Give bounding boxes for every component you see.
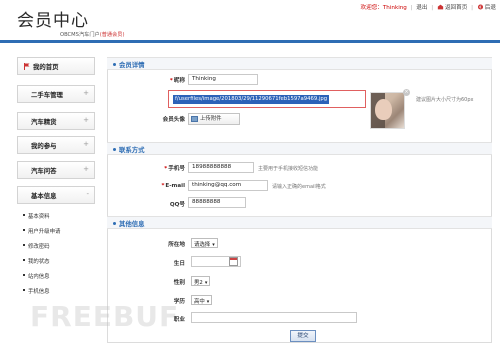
section-member-info: 会员详情 — [107, 57, 492, 70]
sidebar-item-label: 二手车管理 — [31, 91, 63, 99]
sidebar-item-label: 我的参与 — [31, 142, 57, 150]
sidebar-item-label: 基本信息 — [31, 192, 57, 200]
nickname-label: 昵称 — [147, 76, 185, 84]
location-select[interactable]: 请选择 — [191, 238, 218, 248]
divider: | — [431, 5, 434, 11]
back-icon — [477, 4, 483, 10]
calendar-icon[interactable] — [229, 257, 238, 266]
sidebar-item-participation[interactable]: 我的参与 + — [17, 136, 95, 154]
collapse-icon: - — [86, 190, 89, 198]
page-header: 会员中心 OBCMS汽车门户(普通会员) 欢迎您：Thinking | 退出 |… — [0, 0, 500, 40]
expand-icon: + — [83, 116, 89, 124]
submit-button[interactable]: 提交 — [290, 330, 316, 342]
sidebar-item-home[interactable]: 我的首页 — [17, 57, 95, 75]
sidebar-subitem[interactable]: 站内信息 — [20, 269, 96, 283]
section-title: 联系方式 — [119, 146, 145, 154]
avatar-preview — [370, 92, 405, 129]
home-link[interactable]: 返回首页 — [445, 5, 467, 11]
avatar-hint: 建议图片大小尺寸为60px — [416, 97, 474, 103]
sidebar-item-label: 汽车精货 — [31, 118, 57, 126]
sidebar-subitem[interactable]: 我的状态 — [20, 254, 96, 268]
phone-hint: 主要用于手机接收短信功能 — [258, 166, 319, 172]
sidebar-subitem[interactable]: 手机信息 — [20, 284, 96, 298]
section-title: 会员详情 — [119, 61, 145, 69]
logout-link[interactable]: 退出 — [416, 5, 427, 11]
upload-button[interactable]: 上传附件 — [188, 113, 240, 125]
qq-label: QQ号 — [169, 202, 185, 208]
avatar-label: 会员头像 — [162, 117, 185, 123]
job-field[interactable] — [191, 312, 357, 323]
page-title: 会员中心 — [17, 11, 89, 31]
back-link[interactable]: 后退 — [485, 5, 496, 11]
location-label: 所在地 — [168, 242, 185, 248]
upload-icon — [191, 116, 198, 122]
gender-select[interactable]: 男2 — [191, 276, 211, 286]
qq-field[interactable]: 88888888 — [188, 197, 246, 208]
phone-label: 手机号 — [147, 164, 185, 172]
sidebar-item-label: 汽车问答 — [31, 167, 57, 175]
section-contact: 联系方式 — [107, 142, 492, 155]
avatar-path-text: f/userfiles/image/201803/29/11290671feb1… — [173, 95, 330, 104]
section-bullet — [113, 63, 116, 66]
close-icon[interactable]: × — [403, 89, 410, 96]
home-icon — [437, 4, 444, 10]
sidebar-item-car-qa[interactable]: 汽车问答 + — [17, 161, 95, 179]
divider: | — [471, 5, 474, 11]
section-bullet — [113, 148, 116, 151]
email-label: E-mail — [147, 183, 185, 189]
section-other-info: 其他信息 — [107, 216, 492, 229]
welcome-text: 欢迎您：Thinking — [360, 5, 407, 11]
education-select[interactable]: 高中 — [191, 295, 213, 305]
divider: | — [410, 5, 413, 11]
nickname-field[interactable]: Thinking — [188, 74, 258, 85]
phone-field[interactable]: 18988888888 — [188, 162, 254, 173]
header-divider — [0, 40, 500, 43]
sidebar-item-label: 我的首页 — [33, 63, 59, 71]
sidebar-item-basic-info[interactable]: 基本信息 - — [17, 186, 95, 204]
flag-icon — [24, 63, 30, 70]
expand-icon: + — [83, 89, 89, 97]
sidebar-item-car-goods[interactable]: 汽车精货 + — [17, 112, 95, 130]
email-hint: 请输入正确的email格式 — [272, 184, 326, 190]
email-field[interactable]: thinking@qq.com — [188, 180, 268, 191]
section-title: 其他信息 — [119, 220, 145, 228]
watermark: FREEBUF — [30, 300, 180, 333]
sidebar-subitem[interactable]: 基本资料 — [20, 209, 96, 223]
section-bullet — [113, 222, 116, 225]
member-level[interactable]: (普通会员) — [100, 32, 125, 38]
sidebar-subitem[interactable]: 用户升级申请 — [20, 224, 96, 238]
avatar-path-field[interactable]: f/userfiles/image/201803/29/11290671feb1… — [168, 90, 366, 108]
gender-label: 性别 — [173, 280, 185, 286]
sidebar-item-used-car[interactable]: 二手车管理 + — [17, 85, 95, 103]
sidebar-subitem[interactable]: 修改密码 — [20, 239, 96, 253]
birthday-label: 生日 — [173, 261, 185, 267]
top-links: 欢迎您：Thinking | 退出 | 返回首页 | 后退 — [361, 3, 496, 11]
expand-icon: + — [83, 165, 89, 173]
site-name: OBCMS汽车门户 — [60, 32, 100, 38]
expand-icon: + — [83, 140, 89, 148]
site-subtitle: OBCMS汽车门户(普通会员) — [60, 31, 125, 38]
